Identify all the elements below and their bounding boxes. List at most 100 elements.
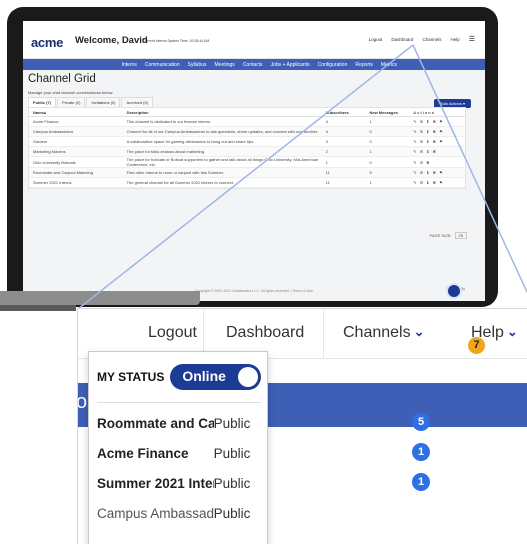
row-actions[interactable]: ✎ ✉ ⬇ ✖ ⚑ <box>413 180 465 185</box>
row-actions[interactable]: ✎ ✉ ⬇ ✖ ⚑ <box>413 139 465 144</box>
row-actions[interactable]: ✎ ✉ ⬇ ✖ ⚑ <box>413 119 465 124</box>
chat-launcher-button[interactable] <box>446 283 462 299</box>
table-row: Summer 2021 Interns The general channel f… <box>29 178 465 188</box>
my-status-label: MY STATUS <box>97 370 165 384</box>
laptop-frame: acme Welcome, David Current Interns Syst… <box>7 7 498 307</box>
channels-link[interactable]: Channels <box>422 37 441 42</box>
table-row: Gamers A collaborative space for gaming a… <box>29 137 465 147</box>
new-messages-cell: 1 <box>369 149 372 154</box>
chevron-down-icon: ⌄ <box>413 324 425 339</box>
unread-count-badge: 5 <box>412 413 430 431</box>
channel-name: Summer 2021 Interns <box>97 475 214 491</box>
page-title: Channel Grid <box>28 73 96 85</box>
nav-communication[interactable]: Communication <box>145 62 180 68</box>
logout-link[interactable]: Logout <box>369 37 383 42</box>
channel-name-cell[interactable]: Ohio University Bobcats <box>29 160 127 165</box>
welcome-text: Welcome, David <box>75 35 148 46</box>
main-nav: Interns Communication Syllabus Meetings … <box>23 59 485 70</box>
dropdown-item-campus-ambassadors[interactable]: Campus Ambassadors Public <box>97 502 269 524</box>
laptop-base <box>0 291 200 305</box>
channel-description-cell: A collaborative space for gaming aficion… <box>126 139 255 144</box>
subscribers-cell: 3 <box>325 139 328 144</box>
channel-name-cell[interactable]: Campus Ambassadors <box>29 129 127 134</box>
channel-type: Public <box>213 475 251 491</box>
channel-type: Public <box>213 415 251 431</box>
unread-count-badge: 1 <box>412 473 430 491</box>
table-row: Marketing Mavens The place for folks zeal… <box>29 147 465 157</box>
app-screen: acme Welcome, David Current Interns Syst… <box>23 21 485 301</box>
separator <box>323 309 324 359</box>
header-subscribers: Subscribers <box>325 109 349 115</box>
new-messages-cell: 0 <box>369 139 372 144</box>
chevron-down-icon: ⌄ <box>506 324 518 339</box>
zoom-help-link[interactable]: Help ⌄ <box>471 324 518 342</box>
nav-meetings[interactable]: Meetings <box>215 62 235 68</box>
page-size: PAGE SIZE: 25 <box>429 232 467 239</box>
screenshot-stage: acme Welcome, David Current Interns Syst… <box>0 0 527 544</box>
zoom-logout-link[interactable]: Logout <box>148 324 197 342</box>
help-label: Help <box>471 324 504 341</box>
system-meta: Current Interns System Time: 10:28:44 AM <box>143 39 210 43</box>
new-messages-cell: 1 <box>369 180 372 185</box>
table-header: Name▴ Description Subscribers New Messag… <box>29 108 465 117</box>
table-row: Acme Finance This channel is dedicated to… <box>29 117 465 127</box>
subscribers-cell: 11 <box>325 170 330 175</box>
subscribers-cell: 11 <box>325 180 330 185</box>
channels-dropdown: MY STATUS Online Roommate and Carpool M.… <box>88 351 268 544</box>
nav-syllabus[interactable]: Syllabus <box>188 62 207 68</box>
new-messages-cell: 1 <box>369 119 372 124</box>
header-name[interactable]: Name▴ <box>29 110 127 115</box>
dropdown-item-roommate[interactable]: Roommate and Carpool M... Public <box>97 412 269 434</box>
subscribers-cell: 1 <box>325 159 328 165</box>
acme-logo[interactable]: acme <box>31 35 63 50</box>
row-actions[interactable]: ✎ ✉ ✖ <box>413 160 465 165</box>
new-messages-cell: 0 <box>369 159 372 165</box>
status-toggle[interactable]: Online <box>170 364 261 390</box>
table-row: Ohio University Bobcats The place for bob… <box>29 157 465 168</box>
nav-contacts[interactable]: Contacts <box>243 62 263 68</box>
unread-count-badge: 1 <box>412 443 430 461</box>
laptop-base-shadow <box>0 305 76 311</box>
nav-interns[interactable]: Interns <box>122 62 137 68</box>
zoom-channels-link[interactable]: Channels ⌄ <box>343 324 425 342</box>
channel-name-cell[interactable]: Gamers <box>29 139 127 144</box>
channel-description-cell: Find other interns to room or carpool wi… <box>126 170 224 175</box>
channel-name-cell[interactable]: Roommate and Carpool Matching <box>29 170 127 175</box>
dropdown-item-summer-interns[interactable]: Summer 2021 Interns Public <box>97 472 269 494</box>
row-actions[interactable]: ✎ ✉ ⬇ ✖ ⚑ <box>413 170 465 175</box>
dropdown-item-acme-finance[interactable]: Acme Finance Public <box>97 442 269 464</box>
channel-description-cell: The place for bobcats or Bobcat supporte… <box>126 157 319 167</box>
status-toggle-knob <box>238 367 258 387</box>
channel-table: Name▴ Description Subscribers New Messag… <box>28 107 466 189</box>
nav-jobs-applicants[interactable]: Jobs + Applicants <box>271 62 310 68</box>
channel-name: Acme Finance <box>97 445 189 461</box>
subscribers-cell: 4 <box>325 119 328 124</box>
menu-toggle-icon[interactable]: ☰ <box>469 35 475 43</box>
top-links: Logout Dashboard Channels Help ☰ <box>369 35 475 43</box>
channel-type: Public <box>213 505 251 521</box>
help-link[interactable]: Help <box>450 37 459 42</box>
table-row: Roommate and Carpool Matching Find other … <box>29 168 465 178</box>
row-actions[interactable]: ✎ ✉ ⬇ ✖ ⚑ <box>413 129 465 134</box>
channel-name-cell[interactable]: Summer 2021 Interns <box>29 180 127 185</box>
channel-description-cell: The general channel for all Summer 2021 … <box>126 180 234 185</box>
page-subtitle: Manage your chat channel conversations b… <box>28 90 113 95</box>
app-header: acme Welcome, David Current Interns Syst… <box>23 21 485 59</box>
nav-configuration[interactable]: Configuration <box>318 62 348 68</box>
header-description: Description <box>126 109 149 115</box>
page-size-select[interactable]: 25 <box>454 232 467 239</box>
header-actions: Actions <box>413 109 435 115</box>
channel-name: Campus Ambassadors <box>97 505 214 521</box>
zoom-dashboard-link[interactable]: Dashboard <box>226 324 304 342</box>
row-actions[interactable]: ✎ ✉ ⬇ ✖ <box>413 149 465 154</box>
nav-metrics[interactable]: Metrics <box>381 62 397 68</box>
nav-reports[interactable]: Reports <box>355 62 373 68</box>
channel-description-cell: The place for folks zealous about market… <box>126 149 206 154</box>
channel-description-cell: Channel for all of our Campus Ambassador… <box>126 129 319 134</box>
subscribers-cell: 2 <box>325 149 328 154</box>
new-messages-cell: 5 <box>369 170 372 175</box>
dashboard-link[interactable]: Dashboard <box>391 37 413 42</box>
my-status-row: MY STATUS Online <box>97 360 261 394</box>
channel-name-cell[interactable]: Acme Finance <box>29 119 127 124</box>
channel-name-cell[interactable]: Marketing Mavens <box>29 149 127 154</box>
